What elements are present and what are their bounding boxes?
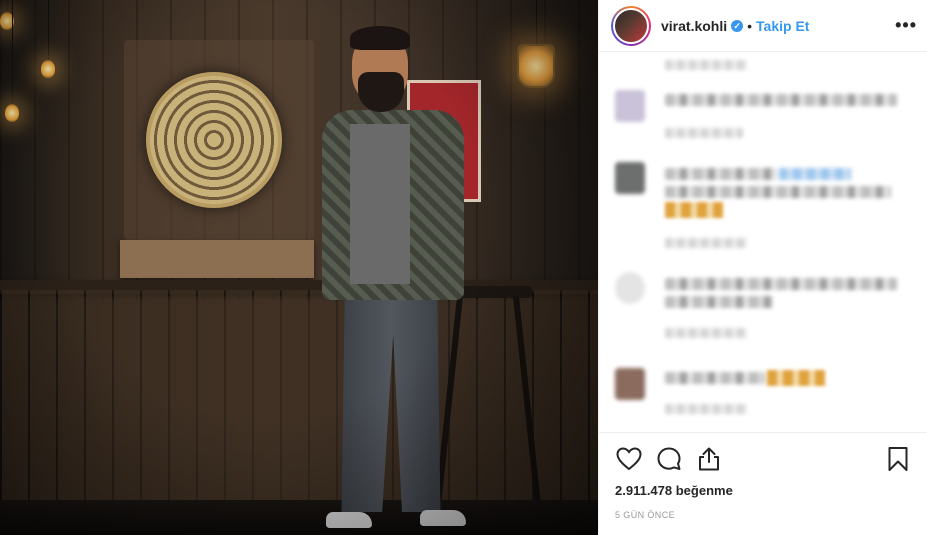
comment-emoji-blurred — [767, 370, 825, 386]
post-actions: 2.911.478 beğenme 5 GÜN ÖNCE — [599, 432, 927, 535]
bookmark-icon[interactable] — [884, 445, 912, 473]
comment-text-blurred — [665, 296, 773, 308]
commenter-avatar[interactable] — [615, 90, 645, 122]
avatar-image — [613, 7, 649, 44]
commenter-avatar[interactable] — [615, 162, 645, 194]
post-header: virat.kohli ✓ • Takip Et ••• — [599, 0, 927, 52]
photo-vignette — [0, 0, 598, 535]
username-link[interactable]: virat.kohli — [661, 18, 727, 34]
action-icon-row — [615, 433, 912, 485]
comment-text-blurred — [665, 372, 765, 384]
comment-meta-blurred — [665, 238, 747, 248]
comment-meta-blurred — [665, 60, 747, 70]
comment-emoji-blurred — [665, 202, 723, 218]
commenter-avatar[interactable] — [615, 272, 645, 304]
comment-meta-blurred — [665, 128, 743, 138]
comment-text-blurred — [665, 94, 897, 106]
comment-icon[interactable] — [655, 445, 683, 473]
profile-avatar[interactable] — [611, 5, 651, 46]
post-photo[interactable] — [0, 0, 598, 535]
comment-meta-blurred — [665, 404, 747, 414]
comment-text-blurred — [665, 186, 891, 198]
post-side-panel: virat.kohli ✓ • Takip Et ••• 2.911.478 b… — [598, 0, 927, 535]
commenter-avatar[interactable] — [615, 368, 645, 400]
comments-list[interactable] — [599, 52, 927, 432]
comment-text-blurred — [665, 168, 777, 180]
post-dialog: virat.kohli ✓ • Takip Et ••• 2.911.478 b… — [0, 0, 927, 535]
likes-count[interactable]: 2.911.478 beğenme — [615, 483, 912, 498]
follow-button[interactable]: Takip Et — [756, 18, 809, 34]
post-timestamp[interactable]: 5 GÜN ÖNCE — [615, 510, 912, 520]
ellipsis-icon[interactable]: ••• — [895, 15, 917, 36]
comment-mention-blurred[interactable] — [779, 168, 851, 180]
comment-text-blurred — [665, 278, 897, 290]
share-icon[interactable] — [695, 445, 723, 473]
comment-meta-blurred — [665, 328, 747, 338]
heart-icon[interactable] — [615, 445, 643, 473]
verified-badge-icon: ✓ — [731, 19, 744, 32]
header-separator: • — [747, 17, 753, 34]
